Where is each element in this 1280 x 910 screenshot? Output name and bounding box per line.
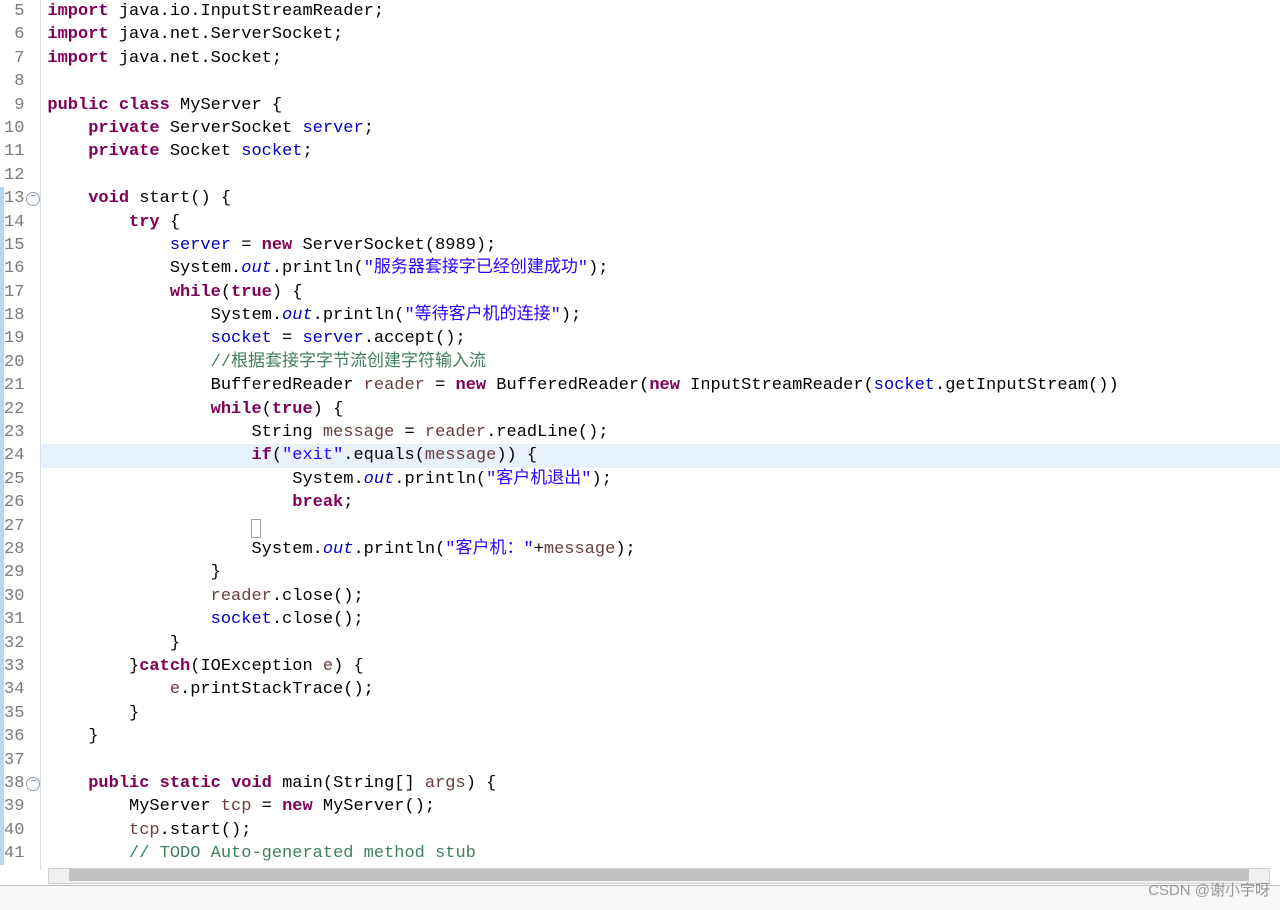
line-number[interactable]: 22 [4, 398, 24, 421]
code-line[interactable]: if("exit".equals(message)) { [41, 444, 1280, 467]
line-number-column[interactable]: 5678910111213141516171819202122232425262… [4, 0, 26, 870]
code-line[interactable]: while(true) { [41, 281, 1280, 304]
line-number[interactable]: 6 [4, 23, 24, 46]
code-line[interactable]: String message = reader.readLine(); [41, 421, 1280, 444]
line-number[interactable]: 28 [4, 538, 24, 561]
code-line[interactable]: import java.net.ServerSocket; [41, 23, 1280, 46]
scrollbar-thumb[interactable] [69, 869, 1249, 881]
line-number[interactable]: 11 [4, 140, 24, 163]
line-number[interactable]: 36 [4, 725, 24, 748]
code-line[interactable]: } [41, 702, 1280, 725]
code-line[interactable]: import java.net.Socket; [41, 47, 1280, 70]
code-line[interactable]: server = new ServerSocket(8989); [41, 234, 1280, 257]
code-line[interactable]: System.out.println("客户机退出"); [41, 468, 1280, 491]
code-line[interactable]: socket = server.accept(); [41, 327, 1280, 350]
code-line[interactable]: // TODO Auto-generated method stub [41, 842, 1280, 865]
line-number[interactable]: 38 [4, 772, 24, 795]
code-line[interactable]: tcp.start(); [41, 819, 1280, 842]
line-number[interactable]: 40 [4, 819, 24, 842]
line-number[interactable]: 21 [4, 374, 24, 397]
line-number[interactable]: 13 [4, 187, 24, 210]
code-line[interactable]: System.out.println("等待客户机的连接"); [41, 304, 1280, 327]
line-number[interactable]: 7 [4, 47, 24, 70]
code-line[interactable]: System.out.println("客户机："+message); [41, 538, 1280, 561]
line-number[interactable]: 10 [4, 117, 24, 140]
line-number[interactable]: 34 [4, 678, 24, 701]
code-line[interactable]: } [41, 632, 1280, 655]
code-line[interactable]: break; [41, 491, 1280, 514]
line-number[interactable]: 5 [4, 0, 24, 23]
line-number[interactable]: 25 [4, 468, 24, 491]
line-number[interactable]: 9 [4, 94, 24, 117]
line-number[interactable]: 23 [4, 421, 24, 444]
code-line[interactable]: System.out.println("服务器套接字已经创建成功"); [41, 257, 1280, 280]
line-number[interactable]: 24 [4, 444, 24, 467]
code-line[interactable]: MyServer tcp = new MyServer(); [41, 795, 1280, 818]
code-line[interactable]: }catch(IOException e) { [41, 655, 1280, 678]
line-number[interactable]: 20 [4, 351, 24, 374]
horizontal-scrollbar[interactable] [48, 868, 1270, 884]
code-line[interactable] [41, 515, 1280, 538]
code-line[interactable]: private Socket socket; [41, 140, 1280, 163]
code-editor[interactable]: 5678910111213141516171819202122232425262… [0, 0, 1280, 870]
code-line[interactable] [41, 749, 1280, 772]
code-line[interactable]: import java.io.InputStreamReader; [41, 0, 1280, 23]
fold-toggle-icon[interactable]: − [26, 777, 40, 791]
line-number[interactable]: 26 [4, 491, 24, 514]
code-line[interactable] [41, 70, 1280, 93]
code-line[interactable]: //根据套接字字节流创建字符输入流 [41, 351, 1280, 374]
line-number[interactable]: 33 [4, 655, 24, 678]
line-number[interactable]: 19 [4, 327, 24, 350]
bracket-match-box [251, 519, 261, 538]
line-number[interactable]: 15 [4, 234, 24, 257]
line-number[interactable]: 14 [4, 211, 24, 234]
code-line[interactable]: reader.close(); [41, 585, 1280, 608]
code-line[interactable]: private ServerSocket server; [41, 117, 1280, 140]
line-number[interactable]: 37 [4, 749, 24, 772]
code-line[interactable]: void start() { [41, 187, 1280, 210]
fold-column[interactable]: −− [26, 0, 40, 870]
code-line[interactable]: BufferedReader reader = new BufferedRead… [41, 374, 1280, 397]
code-text-area[interactable]: import java.io.InputStreamReader;import … [41, 0, 1280, 870]
code-line[interactable]: try { [41, 211, 1280, 234]
code-line[interactable]: public static void main(String[] args) { [41, 772, 1280, 795]
bottom-panel [0, 885, 1280, 910]
line-number[interactable]: 41 [4, 842, 24, 865]
line-number[interactable]: 29 [4, 561, 24, 584]
code-line[interactable]: public class MyServer { [41, 94, 1280, 117]
line-number[interactable]: 27 [4, 515, 24, 538]
line-number[interactable]: 16 [4, 257, 24, 280]
line-number[interactable]: 31 [4, 608, 24, 631]
gutter: 5678910111213141516171819202122232425262… [0, 0, 41, 870]
code-line[interactable]: e.printStackTrace(); [41, 678, 1280, 701]
line-number[interactable]: 30 [4, 585, 24, 608]
line-number[interactable]: 18 [4, 304, 24, 327]
line-number[interactable]: 39 [4, 795, 24, 818]
code-line[interactable]: } [41, 561, 1280, 584]
code-line[interactable]: } [41, 725, 1280, 748]
line-number[interactable]: 32 [4, 632, 24, 655]
fold-toggle-icon[interactable]: − [26, 192, 40, 206]
line-number[interactable]: 17 [4, 281, 24, 304]
line-number[interactable]: 35 [4, 702, 24, 725]
line-number[interactable]: 12 [4, 164, 24, 187]
line-number[interactable]: 8 [4, 70, 24, 93]
code-line[interactable] [41, 164, 1280, 187]
code-line[interactable]: while(true) { [41, 398, 1280, 421]
code-line[interactable]: socket.close(); [41, 608, 1280, 631]
